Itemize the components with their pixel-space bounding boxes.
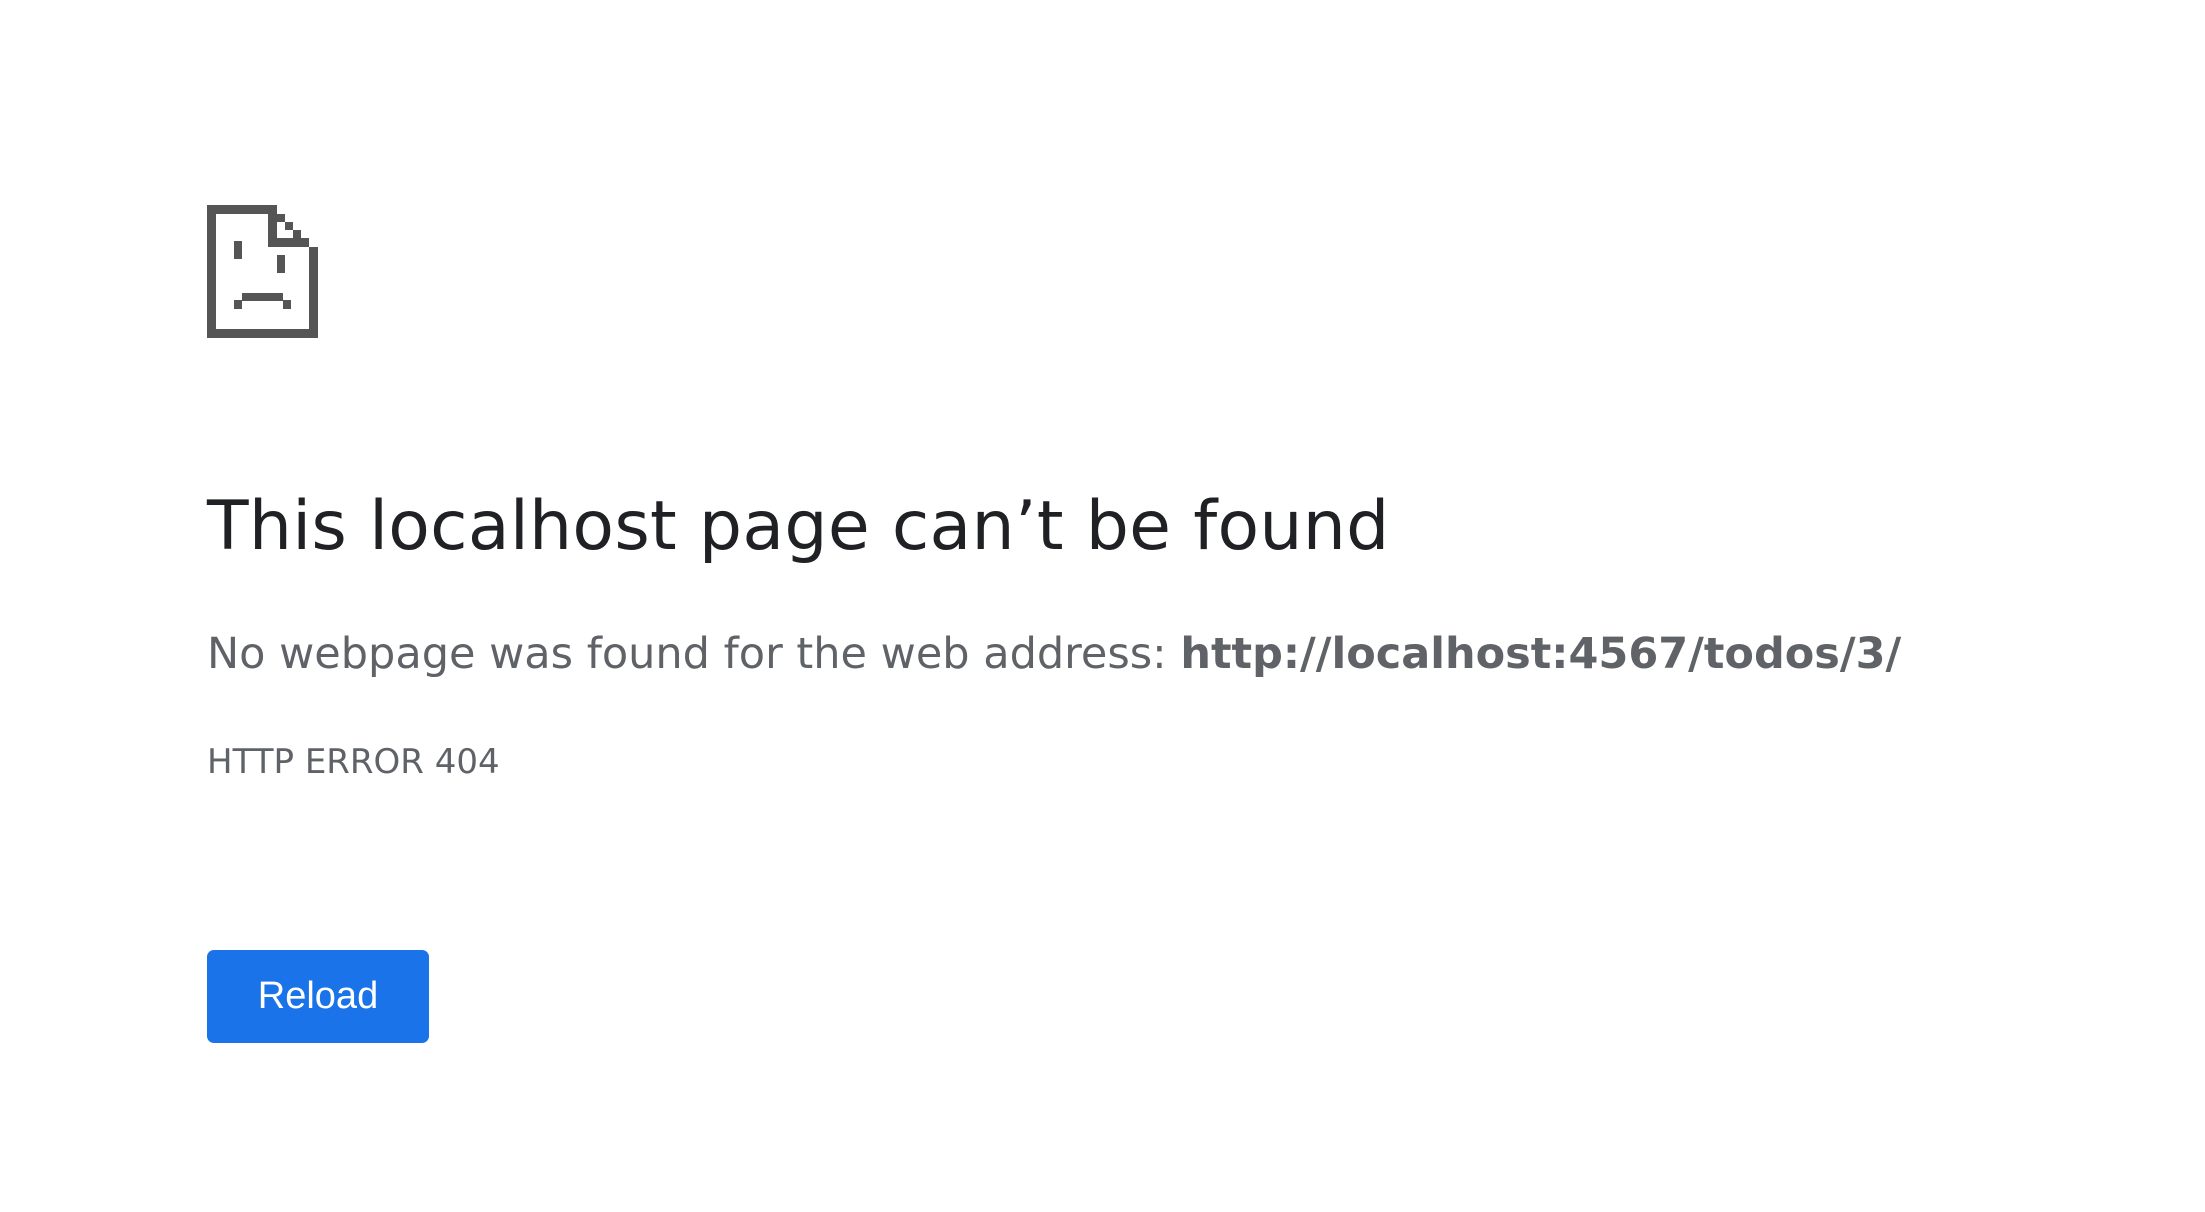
error-message: No webpage was found for the web address…	[207, 626, 1901, 682]
sad-document-icon	[207, 205, 318, 338]
error-code: HTTP ERROR 404	[207, 742, 500, 782]
error-message-text: No webpage was found for the web address…	[207, 629, 1181, 679]
reload-button[interactable]: Reload	[207, 950, 429, 1043]
page-title: This localhost page can’t be found	[207, 487, 1390, 566]
requested-url: http://localhost:4567/todos/3/	[1180, 629, 1902, 679]
